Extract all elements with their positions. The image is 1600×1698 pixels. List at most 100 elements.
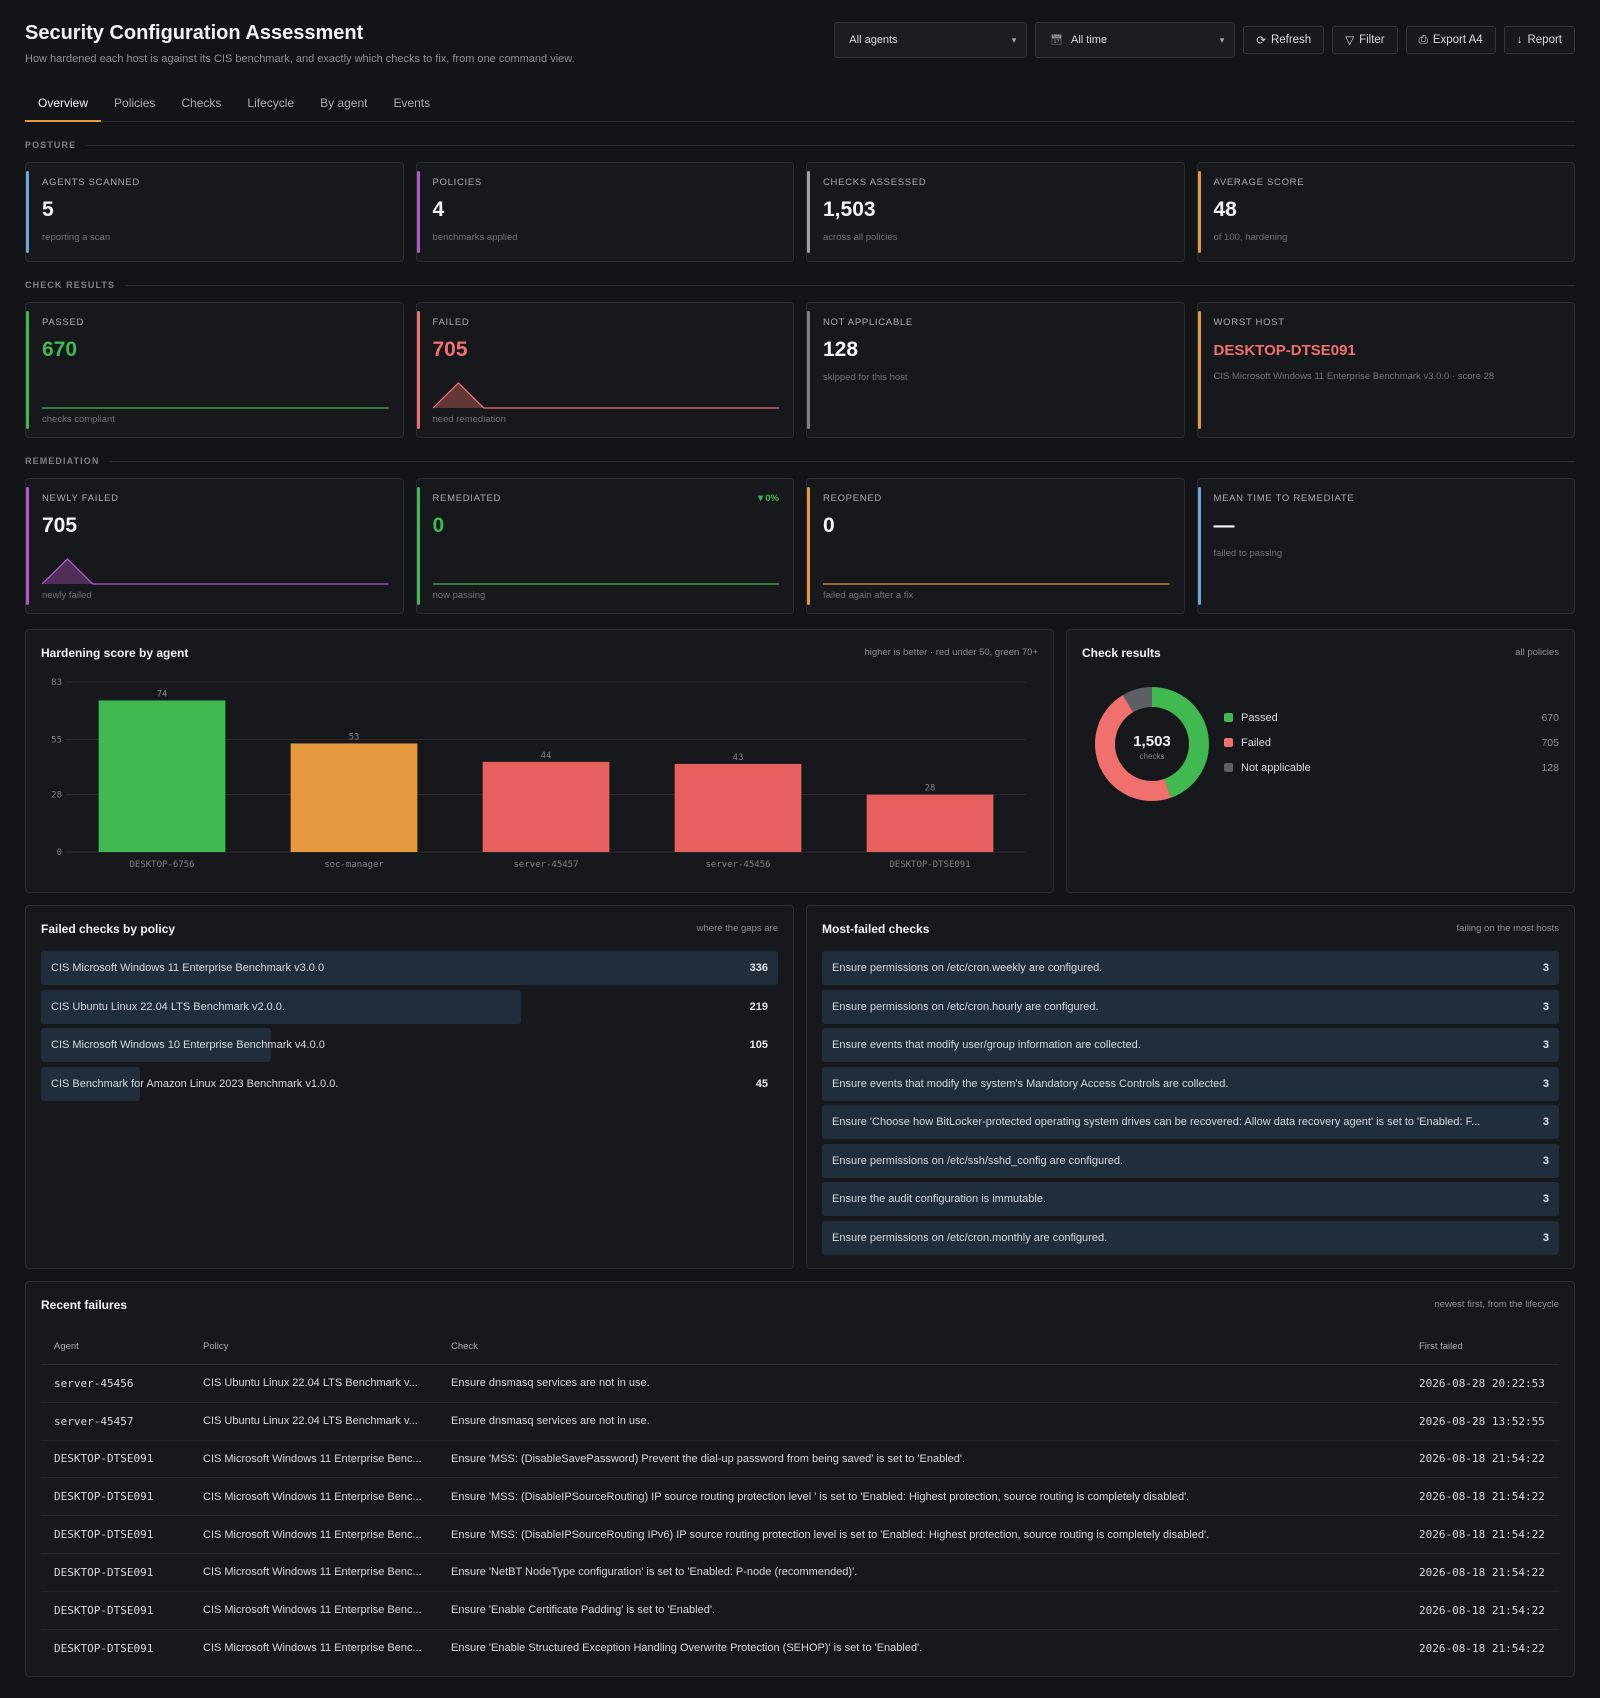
list-item[interactable]: Ensure the audit configuration is immuta… xyxy=(822,1182,1559,1216)
header: Security Configuration Assessment How ha… xyxy=(25,22,1575,88)
card-value: 4 xyxy=(432,198,445,221)
posture-cards: AGENTS SCANNED 5 reporting a scan POLICI… xyxy=(25,162,1575,262)
list-item[interactable]: Ensure events that modify the system's M… xyxy=(822,1066,1559,1101)
panel-title: Recent failures xyxy=(41,1298,128,1312)
cell-check: Ensure dnsmasq services are not in use. xyxy=(451,1377,650,1390)
table-row[interactable]: DESKTOP-DTSE091 CIS Microsoft Windows 11 … xyxy=(41,1630,1559,1668)
report-button[interactable]: ↓ Report xyxy=(1503,26,1575,54)
cell-policy: CIS Ubuntu Linux 22.04 LTS Benchmark v..… xyxy=(203,1415,418,1428)
refresh-button[interactable]: ⟳ Refresh xyxy=(1243,26,1325,54)
card-label: POLICIES xyxy=(432,177,482,188)
panel-hint: newest first, from the lifecycle xyxy=(1434,1299,1559,1310)
col-agent[interactable]: Agent xyxy=(41,1341,203,1352)
agent-select[interactable]: All agents ▾ xyxy=(834,22,1028,58)
bar xyxy=(674,763,802,852)
list-item-value: 3 xyxy=(1542,1039,1549,1051)
list-item-label: Ensure events that modify the system's M… xyxy=(832,1077,1229,1090)
card-label: CHECKS ASSESSED xyxy=(823,177,927,188)
cell-agent: DESKTOP-DTSE091 xyxy=(54,1490,154,1504)
cell-check: Ensure 'MSS: (DisableIPSourceRouting IPv… xyxy=(451,1528,1210,1541)
card-label: MEAN TIME TO REMEDIATE xyxy=(1213,493,1355,504)
table-row[interactable]: DESKTOP-DTSE091 CIS Microsoft Windows 11 … xyxy=(41,1554,1559,1592)
tab-lifecycle[interactable]: Lifecycle xyxy=(234,88,307,122)
list-item-value: 105 xyxy=(749,1039,768,1051)
filter-icon: ▽ xyxy=(1345,35,1355,47)
calendar-icon: 📅︎ xyxy=(1050,34,1063,46)
table-row[interactable]: DESKTOP-DTSE091 CIS Microsoft Windows 11 … xyxy=(41,1478,1559,1517)
most-failed-panel: Most-failed checks failing on the most h… xyxy=(806,905,1575,1269)
card-accent xyxy=(807,311,810,429)
card-accent xyxy=(807,171,810,253)
section-label: CHECK RESULTS xyxy=(25,280,116,290)
legend-swatch xyxy=(1224,763,1233,772)
list-item[interactable]: Ensure permissions on /etc/ssh/sshd_conf… xyxy=(822,1143,1559,1178)
card-label: AGENTS SCANNED xyxy=(42,177,140,188)
results-cards: PASSED 670 checks compliant FAILED 705 n… xyxy=(25,302,1575,438)
list-item-value: 3 xyxy=(1542,1193,1549,1205)
policy-list: CIS Microsoft Windows 11 Enterprise Benc… xyxy=(41,951,778,1105)
filter-button[interactable]: ▽ Filter xyxy=(1332,26,1398,54)
card-value: 705 xyxy=(432,338,468,361)
table-row[interactable]: DESKTOP-DTSE091 CIS Microsoft Windows 11 … xyxy=(41,1441,1559,1479)
tab-overview[interactable]: Overview xyxy=(25,88,102,122)
cell-first-failed: 2026-08-18 21:54:22 xyxy=(1419,1603,1545,1617)
legend-swatch xyxy=(1224,713,1233,722)
list-item[interactable]: Ensure permissions on /etc/cron.weekly a… xyxy=(822,951,1559,985)
tab-by-agent[interactable]: By agent xyxy=(307,88,380,122)
list-item[interactable]: CIS Ubuntu Linux 22.04 LTS Benchmark v2.… xyxy=(41,989,778,1024)
list-item[interactable]: Ensure 'Choose how BitLocker-protected o… xyxy=(822,1105,1559,1139)
refresh-button-label: Refresh xyxy=(1270,34,1312,46)
cell-policy: CIS Microsoft Windows 11 Enterprise Benc… xyxy=(203,1528,422,1541)
tab-checks[interactable]: Checks xyxy=(168,88,234,122)
card-sub: CIS Microsoft Windows 11 Enterprise Benc… xyxy=(1213,371,1495,382)
list-item[interactable]: CIS Microsoft Windows 10 Enterprise Benc… xyxy=(41,1028,778,1062)
bar-value-label: 44 xyxy=(541,751,552,761)
panel-title: Check results xyxy=(1082,646,1161,660)
table-row[interactable]: server-45457 CIS Ubuntu Linux 22.04 LTS B… xyxy=(41,1403,1559,1441)
cell-policy: CIS Microsoft Windows 11 Enterprise Benc… xyxy=(203,1566,422,1579)
tab-events[interactable]: Events xyxy=(380,88,443,122)
table-header: Agent Policy Check First failed xyxy=(41,1328,1559,1365)
col-first-failed[interactable]: First failed xyxy=(1419,1341,1559,1352)
card-average-score: AVERAGE SCORE 48 of 100, hardening xyxy=(1196,162,1575,262)
sparkline xyxy=(42,557,389,585)
table-row[interactable]: server-45456 CIS Ubuntu Linux 22.04 LTS B… xyxy=(41,1365,1559,1403)
report-button-label: Report xyxy=(1527,34,1562,46)
x-tick-label: server-45456 xyxy=(705,860,770,870)
cell-agent: DESKTOP-DTSE091 xyxy=(54,1565,154,1579)
tab-policies[interactable]: Policies xyxy=(101,88,168,122)
table-row[interactable]: DESKTOP-DTSE091 CIS Microsoft Windows 11 … xyxy=(41,1516,1559,1554)
list-item[interactable]: CIS Benchmark for Amazon Linux 2023 Benc… xyxy=(41,1066,778,1101)
time-select[interactable]: 📅︎ All time ▾ xyxy=(1035,22,1236,58)
bar xyxy=(866,794,994,852)
bar-value-label: 28 xyxy=(925,784,936,794)
export-button-label: Export A4 xyxy=(1432,34,1483,46)
legend-item: Failed 705 xyxy=(1224,730,1559,755)
card-sub: failed to passing xyxy=(1213,548,1283,559)
legend-label: Passed xyxy=(1241,711,1278,724)
bar xyxy=(98,700,226,852)
card-agents-scanned: AGENTS SCANNED 5 reporting a scan xyxy=(25,162,404,262)
list-item[interactable]: Ensure permissions on /etc/cron.monthly … xyxy=(822,1220,1559,1255)
list-item[interactable]: CIS Microsoft Windows 11 Enterprise Benc… xyxy=(41,951,778,985)
card-value: 0 xyxy=(823,514,835,537)
policy-panel: Failed checks by policy where the gaps a… xyxy=(25,905,794,1269)
list-item-value: 219 xyxy=(749,1000,768,1013)
score-bar-chart: 0 28 55 83 74 DESKTOP-6756 53 soc-manager 44 serv… xyxy=(51,678,1026,870)
export-button[interactable]: ⎙ Export A4 xyxy=(1405,26,1496,54)
col-policy[interactable]: Policy xyxy=(203,1341,451,1352)
card-value: 705 xyxy=(42,514,78,537)
card-value: — xyxy=(1213,514,1235,537)
table-body: server-45456 CIS Ubuntu Linux 22.04 LTS B… xyxy=(41,1365,1559,1667)
card-label: REOPENED xyxy=(823,493,882,504)
list-item-label: Ensure 'Choose how BitLocker-protected o… xyxy=(832,1116,1481,1128)
list-item[interactable]: Ensure permissions on /etc/cron.hourly a… xyxy=(822,989,1559,1024)
section-check-results: CHECK RESULTS xyxy=(25,279,1575,291)
download-icon: ↓ xyxy=(1516,34,1523,46)
table-row[interactable]: DESKTOP-DTSE091 CIS Microsoft Windows 11 … xyxy=(41,1592,1559,1630)
header-controls: All agents ▾ 📅︎ All time ▾ ⟳ Refresh ▽ F… xyxy=(834,22,1575,58)
list-item[interactable]: Ensure events that modify user/group inf… xyxy=(822,1028,1559,1062)
recent-failures-panel: Recent failures newest first, from the l… xyxy=(25,1281,1575,1677)
col-check[interactable]: Check xyxy=(451,1341,1419,1352)
worst-host-name[interactable]: DESKTOP-DTSE091 xyxy=(1214,342,1561,359)
